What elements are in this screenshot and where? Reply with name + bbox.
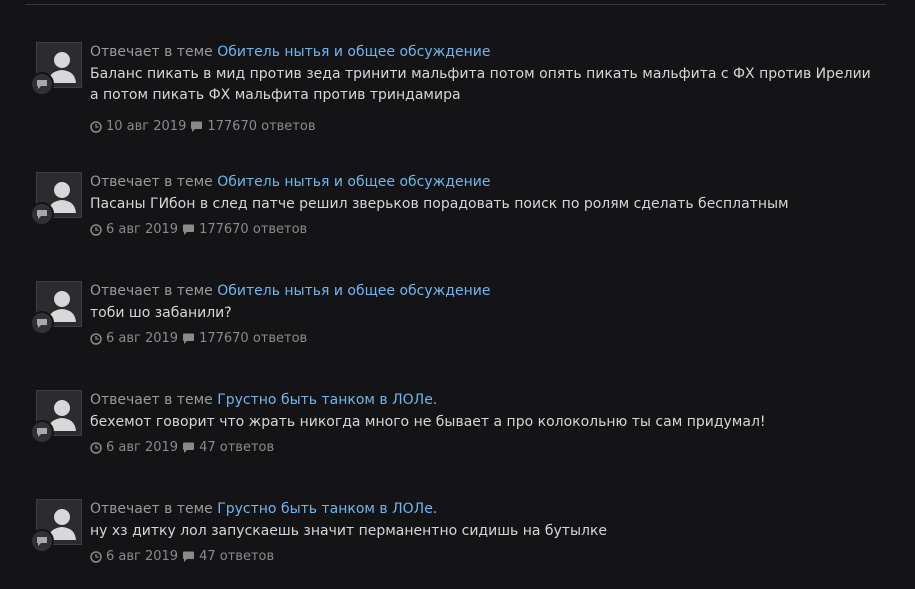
reply-count: 177670 ответов	[199, 222, 308, 237]
post-date: 6 авг 2019	[106, 549, 179, 564]
post-date: 6 авг 2019	[106, 222, 179, 237]
post-date: 6 авг 2019	[106, 331, 179, 346]
reply-prefix: Отвечает в теме	[90, 283, 213, 299]
reply-meta: Отвечает в теме Обитель нытья и общее об…	[90, 172, 880, 192]
reply-prefix: Отвечает в теме	[90, 392, 213, 408]
reply-count: 177670 ответов	[199, 331, 308, 346]
list-item: Отвечает в теме Грустно быть танком в ЛО…	[30, 390, 886, 480]
comment-badge-icon	[30, 202, 54, 226]
post-text: Баланс пикать в мид против зеда тринити …	[90, 66, 871, 103]
clock-icon	[90, 551, 102, 563]
topic-link[interactable]: Грустно быть танком в ЛОЛе.	[217, 392, 437, 408]
post-date: 10 авг 2019	[106, 119, 187, 134]
clock-icon	[90, 121, 102, 133]
topic-link[interactable]: Грустно быть танком в ЛОЛе.	[217, 501, 437, 517]
post-footer: 6 авг 2019 177670 ответов	[90, 221, 880, 239]
activity-feed: Отвечает в теме Обитель нытья и общее об…	[0, 0, 915, 581]
comment-icon	[190, 121, 203, 133]
reply-prefix: Отвечает в теме	[90, 44, 213, 60]
topic-link[interactable]: Обитель нытья и общее обсуждение	[217, 174, 490, 190]
comment-icon	[182, 551, 195, 563]
list-item: Отвечает в теме Обитель нытья и общее об…	[30, 172, 886, 262]
reply-prefix: Отвечает в теме	[90, 174, 213, 190]
reply-prefix: Отвечает в теме	[90, 501, 213, 517]
post-footer: 6 авг 2019 47 ответов	[90, 439, 880, 457]
topic-link[interactable]: Обитель нытья и общее обсуждение	[217, 44, 490, 60]
comment-icon	[182, 333, 195, 345]
comment-icon	[182, 224, 195, 236]
reply-count: 177670 ответов	[207, 119, 316, 134]
post-footer: 6 авг 2019 177670 ответов	[90, 330, 880, 348]
post-footer: 10 авг 2019 177670 ответов	[90, 118, 880, 136]
post-date: 6 авг 2019	[106, 440, 179, 455]
reply-count: 47 ответов	[199, 549, 275, 564]
reply-meta: Отвечает в теме Обитель нытья и общее об…	[90, 281, 880, 301]
list-item: Отвечает в теме Грустно быть танком в ЛО…	[30, 499, 886, 589]
comment-badge-icon	[30, 311, 54, 335]
post-footer: 6 авг 2019 47 ответов	[90, 548, 880, 566]
reply-meta: Отвечает в теме Грустно быть танком в ЛО…	[90, 499, 880, 519]
post-text: Пасаны ГИбон в след патче решил зверьков…	[90, 196, 789, 212]
comment-icon	[182, 442, 195, 454]
post-text: бехемот говорит что жрать никогда много …	[90, 414, 766, 430]
topic-link[interactable]: Обитель нытья и общее обсуждение	[217, 283, 490, 299]
comment-badge-icon	[30, 529, 54, 553]
post-text: тоби шо забанили?	[90, 305, 232, 321]
list-item: Отвечает в теме Обитель нытья и общее об…	[30, 42, 886, 134]
reply-count: 47 ответов	[199, 440, 275, 455]
comment-badge-icon	[30, 72, 54, 96]
clock-icon	[90, 333, 102, 345]
post-text: ну хз дитку лол запускаешь значит перман…	[90, 523, 608, 539]
comment-badge-icon	[30, 420, 54, 444]
reply-meta: Отвечает в теме Обитель нытья и общее об…	[90, 42, 880, 62]
reply-meta: Отвечает в теме Грустно быть танком в ЛО…	[90, 390, 880, 410]
clock-icon	[90, 224, 102, 236]
list-item: Отвечает в теме Обитель нытья и общее об…	[30, 281, 886, 371]
clock-icon	[90, 442, 102, 454]
